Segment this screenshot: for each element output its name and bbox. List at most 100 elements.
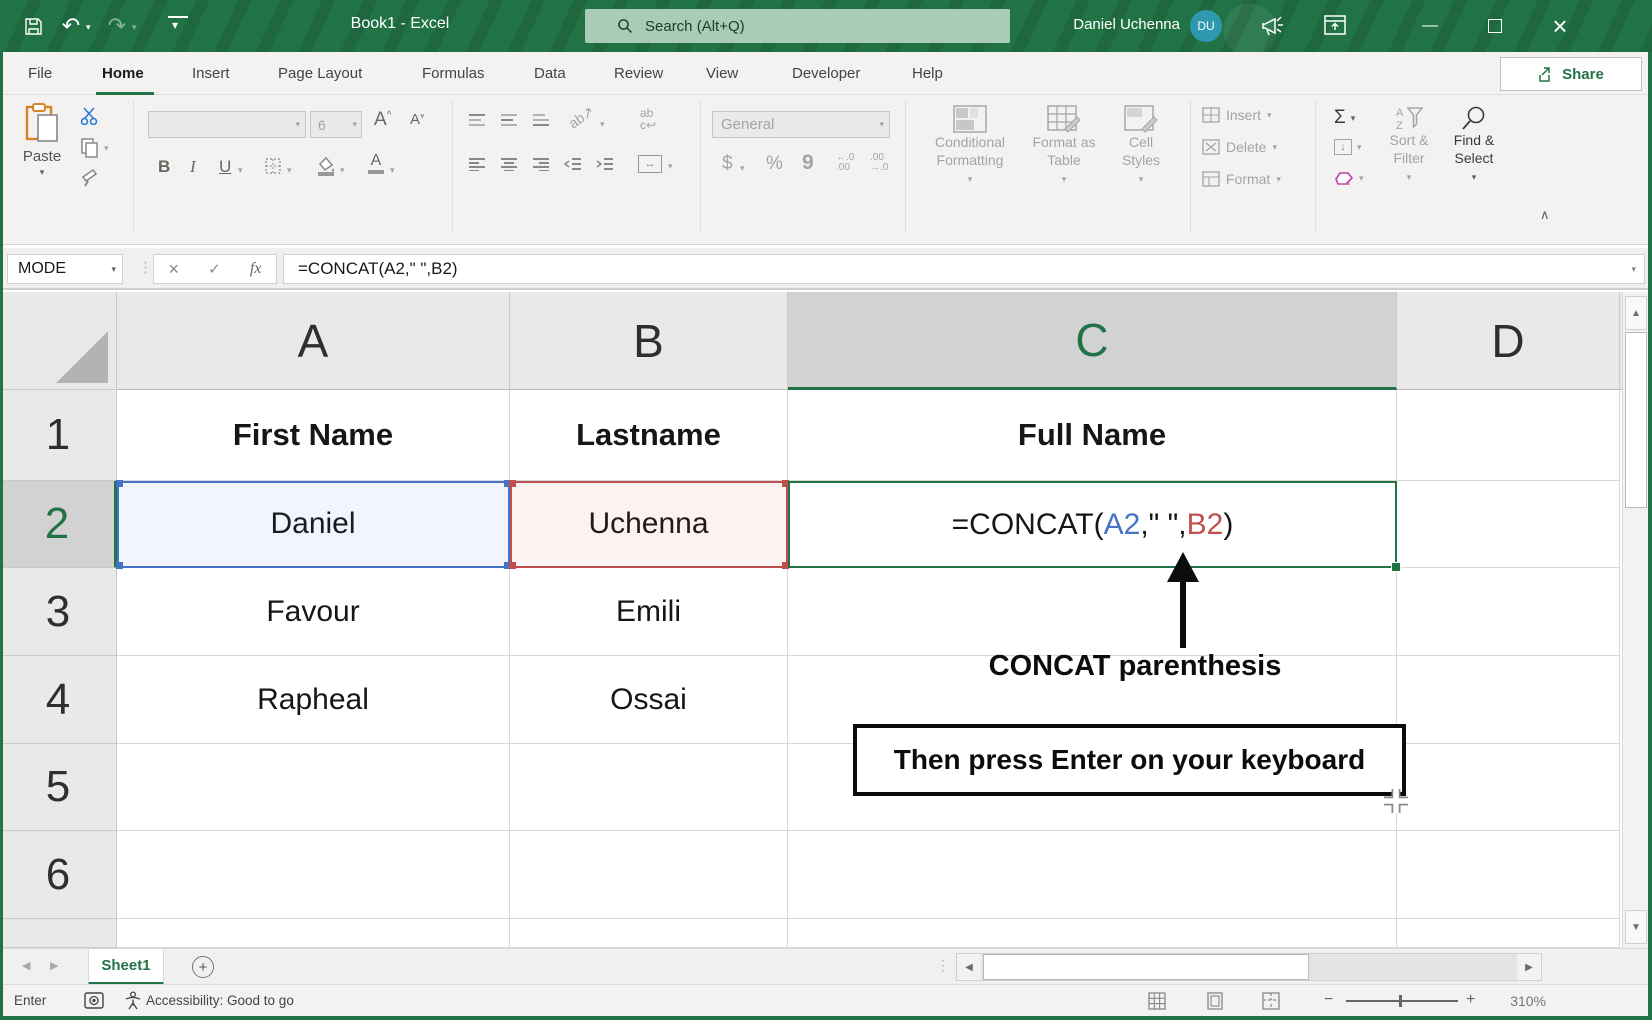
cell-d6[interactable] bbox=[1397, 831, 1620, 919]
percent-style-button[interactable]: % bbox=[766, 153, 783, 175]
autosum-button[interactable]: Σ ▾ bbox=[1334, 107, 1355, 129]
cell-d7-partial[interactable] bbox=[1397, 919, 1620, 948]
format-as-table-button[interactable]: Format as Table ▾ bbox=[1022, 105, 1106, 187]
fill-button[interactable]: ↓ ▾ bbox=[1334, 139, 1362, 155]
feedback-button[interactable] bbox=[1258, 12, 1286, 40]
cancel-formula-button[interactable]: × bbox=[169, 259, 180, 280]
cell-d2[interactable] bbox=[1397, 481, 1620, 568]
cell-d5[interactable] bbox=[1397, 744, 1620, 831]
merge-center-dropdown[interactable]: ▾ bbox=[668, 161, 673, 172]
align-center-button[interactable] bbox=[500, 157, 518, 171]
enter-formula-button[interactable]: ✓ bbox=[208, 260, 221, 278]
clear-button[interactable]: ▾ bbox=[1334, 171, 1364, 185]
zoom-in-button[interactable]: + bbox=[1466, 991, 1475, 1009]
tab-data[interactable]: Data bbox=[530, 52, 570, 95]
formula-input[interactable]: =CONCAT(A2," ",B2) ▾ bbox=[283, 254, 1645, 284]
accounting-format-button[interactable]: $ bbox=[722, 153, 733, 175]
undo-dropdown[interactable]: ▾ bbox=[86, 22, 91, 33]
cell-b6[interactable] bbox=[510, 831, 788, 919]
cell-styles-button[interactable]: Cell Styles ▾ bbox=[1108, 105, 1174, 187]
column-header-b[interactable]: B bbox=[510, 292, 788, 390]
row-header-6[interactable]: 6 bbox=[0, 831, 117, 919]
cell-c3[interactable] bbox=[788, 568, 1397, 656]
cell-b4[interactable]: Ossai bbox=[510, 656, 788, 744]
row-header-1[interactable]: 1 bbox=[0, 390, 117, 481]
user-name[interactable]: Daniel Uchenna bbox=[1035, 16, 1180, 33]
underline-button[interactable]: U bbox=[219, 157, 231, 177]
top-align-button[interactable] bbox=[468, 113, 486, 127]
cell-b7-partial[interactable] bbox=[510, 919, 788, 948]
active-cell-c2[interactable]: =CONCAT(A2," ",B2) bbox=[788, 481, 1397, 568]
zoom-slider-track[interactable] bbox=[1346, 1000, 1458, 1002]
insert-function-button[interactable]: fx bbox=[250, 260, 262, 278]
cell-c7-partial[interactable] bbox=[788, 919, 1397, 948]
shrink-font-button[interactable]: A▾ bbox=[410, 111, 425, 128]
tab-home[interactable]: Home bbox=[98, 52, 148, 95]
name-box[interactable]: MODE ▾ bbox=[7, 254, 123, 284]
delete-cells-button[interactable]: Delete ▾ bbox=[1202, 139, 1277, 155]
tab-review[interactable]: Review bbox=[610, 52, 667, 95]
sheet-nav-right[interactable]: ▶ bbox=[50, 959, 58, 972]
formula-bar-drag-dots[interactable]: ⋮ bbox=[138, 258, 151, 276]
decrease-decimal-button[interactable]: .00 →.0 bbox=[870, 153, 888, 173]
macro-record-icon[interactable] bbox=[84, 992, 104, 1009]
row-header-3[interactable]: 3 bbox=[0, 568, 117, 656]
ribbon-display-options-button[interactable] bbox=[1322, 12, 1348, 38]
cell-a1[interactable]: First Name bbox=[117, 390, 510, 481]
row-header-4[interactable]: 4 bbox=[0, 656, 117, 744]
format-painter-button[interactable] bbox=[80, 167, 102, 187]
scroll-down-button[interactable]: ▼ bbox=[1625, 910, 1647, 944]
vertical-scrollbar[interactable]: ▲ ▼ bbox=[1622, 292, 1648, 948]
hscroll-right-button[interactable]: ▶ bbox=[1517, 954, 1541, 980]
fill-handle[interactable] bbox=[1391, 562, 1401, 572]
tab-file[interactable]: File bbox=[24, 52, 56, 95]
row-header-2[interactable]: 2 bbox=[0, 481, 117, 568]
accounting-dropdown[interactable]: ▾ bbox=[740, 163, 745, 174]
zoom-out-button[interactable]: − bbox=[1324, 991, 1333, 1009]
vertical-scroll-thumb[interactable] bbox=[1625, 332, 1647, 508]
cell-a3[interactable]: Favour bbox=[117, 568, 510, 656]
column-header-c[interactable]: C bbox=[788, 292, 1397, 390]
cell-a7-partial[interactable] bbox=[117, 919, 510, 948]
orientation-button[interactable]: ab↗ bbox=[566, 103, 598, 133]
close-button[interactable]: × bbox=[1540, 6, 1580, 46]
undo-button[interactable]: ↶ bbox=[58, 13, 84, 39]
hscroll-drag-dots[interactable]: ⋮ bbox=[936, 957, 950, 974]
insert-cells-button[interactable]: Insert ▾ bbox=[1202, 107, 1272, 123]
cell-b5[interactable] bbox=[510, 744, 788, 831]
tab-view[interactable]: View bbox=[702, 52, 742, 95]
formula-bar-expand[interactable]: ▾ bbox=[1631, 264, 1636, 275]
cell-a4[interactable]: Rapheal bbox=[117, 656, 510, 744]
normal-view-button[interactable] bbox=[1148, 992, 1166, 1010]
horizontal-scroll-thumb[interactable] bbox=[983, 954, 1309, 980]
page-layout-view-button[interactable] bbox=[1206, 992, 1224, 1010]
save-button[interactable] bbox=[20, 13, 46, 39]
scroll-up-button[interactable]: ▲ bbox=[1625, 296, 1647, 330]
cell-a5[interactable] bbox=[117, 744, 510, 831]
ref-handle[interactable] bbox=[116, 562, 123, 569]
sort-filter-button[interactable]: A Z Sort & Filter ▾ bbox=[1378, 105, 1440, 185]
number-format-combo[interactable]: General ▾ bbox=[712, 111, 890, 138]
borders-button[interactable] bbox=[264, 157, 282, 175]
cell-d1[interactable] bbox=[1397, 390, 1620, 481]
user-avatar[interactable]: DU bbox=[1190, 10, 1222, 42]
share-button[interactable]: Share bbox=[1500, 57, 1642, 91]
row-header-7-partial[interactable] bbox=[0, 919, 117, 948]
cell-b1[interactable]: Lastname bbox=[510, 390, 788, 481]
accessibility-icon[interactable] bbox=[124, 991, 142, 1011]
grow-font-button[interactable]: A^ bbox=[374, 109, 391, 131]
tab-help[interactable]: Help bbox=[908, 52, 947, 95]
hscroll-left-button[interactable]: ◀ bbox=[957, 954, 981, 980]
align-right-button[interactable] bbox=[532, 157, 550, 171]
customize-qat-chevron[interactable]: ▾ bbox=[172, 18, 178, 32]
cut-button[interactable] bbox=[80, 107, 100, 125]
search-box[interactable]: Search (Alt+Q) bbox=[585, 9, 1010, 43]
paste-button[interactable]: Paste ▾ bbox=[14, 103, 70, 178]
maximize-button[interactable] bbox=[1475, 6, 1515, 46]
fill-color-button[interactable] bbox=[316, 155, 336, 176]
merge-center-button[interactable]: ↔ bbox=[638, 155, 662, 173]
increase-decimal-button[interactable]: ←.0 .00 bbox=[836, 153, 854, 173]
redo-dropdown[interactable]: ▾ bbox=[132, 22, 137, 33]
new-sheet-button[interactable]: + bbox=[192, 956, 214, 978]
collapse-ribbon-button[interactable]: ∧ bbox=[1540, 207, 1550, 223]
